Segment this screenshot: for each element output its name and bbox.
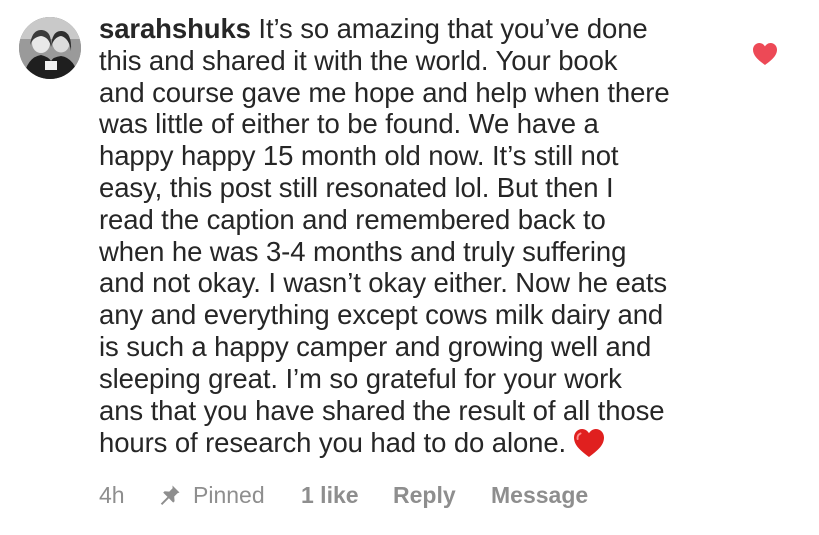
like-heart-icon[interactable] bbox=[752, 42, 778, 66]
username-link[interactable]: sarahshuks bbox=[99, 13, 251, 44]
comment-text: It’s so amazing that you’ve done this an… bbox=[99, 13, 670, 459]
comment-timestamp: 4h bbox=[99, 482, 125, 508]
comment-body: sarahshuks It’s so amazing that you’ve d… bbox=[99, 13, 719, 460]
avatar[interactable] bbox=[19, 17, 81, 79]
comment: sarahshuks It’s so amazing that you’ve d… bbox=[0, 0, 819, 535]
likes-count-link[interactable]: 1 like bbox=[301, 480, 359, 510]
red-heart-emoji bbox=[574, 429, 605, 458]
avatar-photo bbox=[19, 17, 81, 79]
reply-button[interactable]: Reply bbox=[393, 480, 456, 510]
pinned-label: Pinned bbox=[193, 482, 265, 508]
message-button[interactable]: Message bbox=[491, 480, 588, 510]
pin-icon bbox=[158, 483, 182, 507]
